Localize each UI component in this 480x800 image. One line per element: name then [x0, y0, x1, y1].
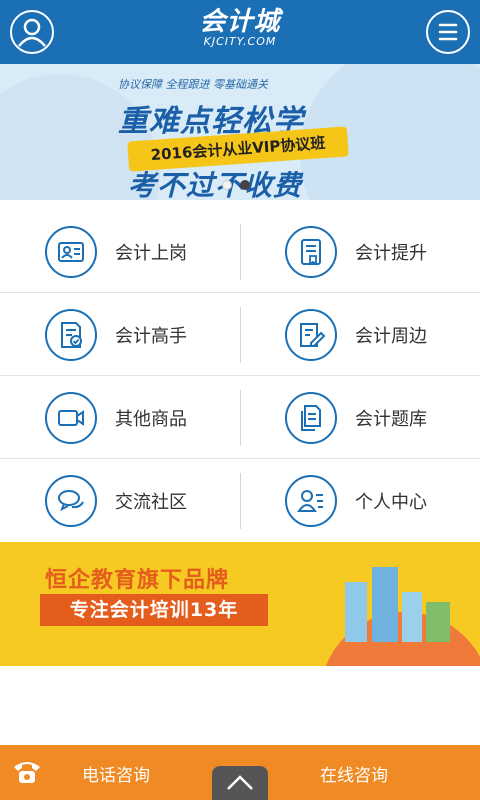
carousel-dot[interactable] — [222, 180, 232, 190]
bottom-bar: 电话咨询 在线咨询 — [0, 745, 480, 800]
edit-document-icon — [285, 308, 337, 361]
grid-item-kuaiji-tisheng[interactable]: 会计提升 — [240, 210, 480, 293]
video-camera-icon — [45, 391, 97, 444]
grid-item-kuaiji-zhoubian[interactable]: 会计周边 — [240, 293, 480, 376]
certificate-icon — [45, 308, 97, 361]
grid-row: 其他商品 会计题库 — [0, 376, 480, 459]
grid-item-jiaoliu-shequ[interactable]: 交流社区 — [0, 459, 240, 542]
grid-divider — [240, 390, 241, 446]
logo-main: 会计城 — [199, 7, 281, 37]
menu-icon[interactable] — [426, 10, 470, 54]
chat-bubbles-icon — [45, 474, 97, 527]
online-consult-button[interactable]: 在线咨询 — [320, 761, 388, 786]
banner-tagline: 协议保障 全程跟进 零基础通关 — [118, 78, 268, 91]
grid-item-label: 会计高手 — [115, 325, 187, 347]
logo-sub: KJCITY.COM — [203, 35, 277, 48]
building-illustration — [345, 582, 367, 642]
grid-item-label: 会计题库 — [355, 408, 427, 430]
banner-subtitle: 考不过不收费 — [128, 169, 303, 200]
carousel-dot-active[interactable] — [240, 180, 250, 190]
id-card-icon — [45, 225, 97, 278]
grid-item-kuaiji-gaoshou[interactable]: 会计高手 — [0, 293, 240, 376]
grid-item-kuaiji-shanggang[interactable]: 会计上岗 — [0, 210, 240, 293]
promo-title: 恒企教育旗下品牌 — [45, 568, 230, 593]
grid-item-label: 会计周边 — [355, 325, 427, 347]
grid-row: 会计高手 会计周边 — [0, 293, 480, 376]
grid-divider — [240, 473, 241, 529]
grid-divider — [240, 307, 241, 363]
building-illustration — [402, 592, 422, 642]
grid-item-kuaiji-tiku[interactable]: 会计题库 — [240, 376, 480, 459]
carousel-dots — [222, 180, 250, 190]
app-header: 会计城 KJCITY.COM — [0, 0, 480, 64]
profile-icon — [285, 474, 337, 527]
documents-icon — [285, 391, 337, 444]
grid-item-geren-zhongxin[interactable]: 个人中心 — [240, 459, 480, 542]
building-illustration — [372, 567, 398, 642]
promo-banner-carousel[interactable]: 协议保障 全程跟进 零基础通关 重难点轻松学 2016会计从业VIP协议班 考不… — [0, 64, 480, 200]
grid-item-qita-shangpin[interactable]: 其他商品 — [0, 376, 240, 459]
building-illustration — [426, 602, 450, 642]
grid-item-label: 交流社区 — [115, 491, 187, 513]
category-grid: 会计上岗 会计提升 会计高手 会计周边 其他商品 会计题库 交流社区 个人中心 — [0, 210, 480, 542]
grid-row: 会计上岗 会计提升 — [0, 210, 480, 293]
grid-row: 交流社区 个人中心 — [0, 459, 480, 542]
grid-item-label: 会计上岗 — [115, 242, 187, 264]
promo-globe-illustration — [320, 612, 480, 666]
grid-item-label: 其他商品 — [115, 408, 187, 430]
grid-divider — [240, 224, 241, 280]
grid-item-label: 个人中心 — [355, 491, 427, 513]
promo-subtitle: 专注会计培训13年 — [40, 594, 268, 626]
grid-item-label: 会计提升 — [355, 242, 427, 264]
phone-icon[interactable] — [10, 755, 44, 789]
brand-promo-banner[interactable]: 恒企教育旗下品牌 专注会计培训13年 — [0, 542, 480, 666]
book-bookmark-icon — [285, 225, 337, 278]
phone-consult-button[interactable]: 电话咨询 — [82, 761, 150, 786]
chevron-up-icon[interactable] — [212, 766, 268, 800]
app-logo: 会计城 KJCITY.COM — [0, 8, 480, 48]
